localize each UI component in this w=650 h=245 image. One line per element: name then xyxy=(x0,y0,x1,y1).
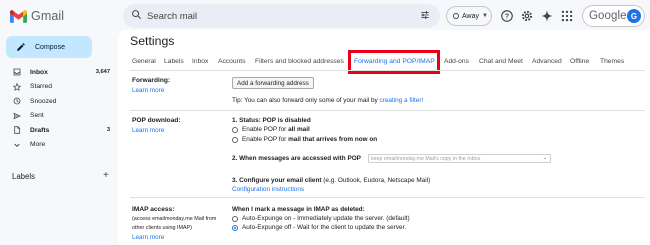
chevron-down-icon: ▼ xyxy=(482,13,488,19)
avatar[interactable]: G xyxy=(627,9,641,23)
configuration-instructions-link[interactable]: Configuration instructions xyxy=(232,186,304,193)
app-name: Gmail xyxy=(31,9,65,23)
pop-status-heading: 1. Status: POP is disabled xyxy=(232,117,311,124)
select-value: keep emailmonday.me Mail's copy in the I… xyxy=(371,155,481,162)
account-button[interactable]: Google G xyxy=(582,5,645,27)
sidebar-item-inbox[interactable]: Inbox 3,647 xyxy=(0,65,118,80)
add-forwarding-address-button[interactable]: Add a forwarding address xyxy=(232,77,314,89)
forwarding-learn-more-link[interactable]: Learn more xyxy=(132,87,164,94)
radio-label-bold: all mail xyxy=(288,126,310,133)
sidebar-item-label: Sent xyxy=(30,112,44,120)
tab-add-ons[interactable]: Add-ons xyxy=(444,57,469,67)
settings-panel: Settings General Labels Inbox Accounts F… xyxy=(118,30,650,245)
google-wordmark: Google xyxy=(589,10,627,22)
gmail-logo[interactable]: Gmail xyxy=(10,7,64,25)
tab-chat-and-meet[interactable]: Chat and Meet xyxy=(479,57,523,67)
inbox-icon xyxy=(13,68,21,76)
tab-advanced[interactable]: Advanced xyxy=(532,57,562,67)
section-divider xyxy=(130,197,645,198)
sidebar-item-label: Starred xyxy=(30,83,52,91)
compose-button[interactable]: Compose xyxy=(6,36,92,58)
auto-expunge-on-radio[interactable]: Auto-Expunge on - Immediately update the… xyxy=(232,215,410,222)
gemini-sparkle-icon[interactable] xyxy=(540,9,554,23)
filter-options-icon[interactable] xyxy=(420,10,430,20)
radio-button[interactable] xyxy=(232,215,238,222)
chevron-down-icon: ⌄ xyxy=(542,155,547,161)
pop-configure-line: 3. Configure your email client (e.g. Out… xyxy=(232,177,430,184)
create-filter-link[interactable]: creating a filter! xyxy=(380,97,424,104)
sidebar-item-label: Snoozed xyxy=(30,97,57,105)
tip-text: Tip: You can also forward only some of y… xyxy=(232,97,380,104)
imap-note-line1: (access emailmonday.me Mail from xyxy=(132,216,217,222)
sidebar-item-label: More xyxy=(30,141,46,149)
settings-icon[interactable] xyxy=(520,9,534,23)
configure-examples: (e.g. Outlook, Eudora, Netscape Mail) xyxy=(321,177,431,184)
top-header: Gmail Away ▼ ? Google G xyxy=(0,0,650,32)
imap-learn-more-link[interactable]: Learn more xyxy=(132,234,164,241)
pop-download-label: POP download: xyxy=(132,117,181,124)
draft-icon xyxy=(14,126,21,134)
radio-button-selected[interactable] xyxy=(232,224,238,231)
status-away-icon xyxy=(453,13,459,19)
forwarding-label: Forwarding: xyxy=(132,77,171,84)
star-icon xyxy=(13,82,21,91)
tab-filters[interactable]: Filters and blocked addresses xyxy=(255,57,344,67)
compose-label: Compose xyxy=(35,43,65,51)
tabs-divider xyxy=(130,70,645,71)
pop-access-select[interactable]: keep emailmonday.me Mail's copy in the I… xyxy=(368,154,551,163)
radio-label: Auto-Expunge on - Immediately update the… xyxy=(242,215,410,222)
sidebar-item-label: Drafts xyxy=(30,126,50,134)
svg-text:?: ? xyxy=(505,14,509,21)
page-title: Settings xyxy=(130,34,175,48)
sidebar-item-label: Inbox xyxy=(30,68,48,76)
sidebar-nav: Inbox 3,647 Starred Snoozed Sent Drafts … xyxy=(0,65,118,152)
status-selector[interactable]: Away ▼ xyxy=(446,6,492,26)
clock-icon xyxy=(13,97,21,105)
apps-grid-icon[interactable] xyxy=(560,9,574,23)
pop-learn-more-link[interactable]: Learn more xyxy=(132,127,164,134)
radio-label: Enable POP for xyxy=(242,126,287,133)
auto-expunge-off-radio[interactable]: Auto-Expunge off - Wait for the client t… xyxy=(232,224,406,231)
forwarding-tip: Tip: You can also forward only some of y… xyxy=(232,97,423,104)
draft-count: 3 xyxy=(106,127,110,134)
sidebar-item-starred[interactable]: Starred xyxy=(0,80,118,95)
tab-labels[interactable]: Labels xyxy=(164,57,184,67)
sidebar-item-sent[interactable]: Sent xyxy=(0,109,118,124)
sidebar-item-drafts[interactable]: Drafts 3 xyxy=(0,123,118,138)
pop-new-mail-radio[interactable]: Enable POP for mail that arrives from no… xyxy=(232,136,377,143)
tab-accounts[interactable]: Accounts xyxy=(218,57,246,67)
add-label-icon[interactable]: + xyxy=(103,170,109,181)
send-icon xyxy=(13,112,21,119)
search-icon[interactable] xyxy=(131,9,142,20)
help-icon[interactable]: ? xyxy=(500,9,514,23)
labels-heading: Labels xyxy=(12,172,35,181)
tab-offline[interactable]: Offline xyxy=(570,57,589,67)
search-bar[interactable] xyxy=(123,4,440,28)
pencil-icon xyxy=(17,43,25,51)
sidebar-item-more[interactable]: More xyxy=(0,138,118,153)
imap-deleted-heading: When I mark a message in IMAP as deleted… xyxy=(232,206,365,213)
radio-label-bold: mail that arrives from now on xyxy=(288,136,378,143)
tab-inbox[interactable]: Inbox xyxy=(192,57,208,67)
sidebar-item-snoozed[interactable]: Snoozed xyxy=(0,94,118,109)
radio-label: Auto-Expunge off - Wait for the client t… xyxy=(242,224,407,231)
radio-button[interactable] xyxy=(232,126,238,133)
radio-button[interactable] xyxy=(232,136,238,143)
section-divider xyxy=(130,110,645,111)
tab-themes[interactable]: Themes xyxy=(600,57,624,67)
pop-all-mail-radio[interactable]: Enable POP for all mail xyxy=(232,126,310,133)
chevron-down-icon xyxy=(14,143,20,147)
radio-label: Enable POP for xyxy=(242,136,287,143)
tab-general[interactable]: General xyxy=(132,57,156,67)
unread-count: 3,647 xyxy=(95,69,110,76)
pop-access-heading: 2. When messages are accessed with POP xyxy=(232,155,361,162)
search-input[interactable] xyxy=(147,4,397,28)
status-label: Away xyxy=(462,12,479,20)
imap-access-label: IMAP access: xyxy=(132,206,175,213)
imap-note-line2: other clients using IMAP) xyxy=(132,225,192,231)
configure-heading: 3. Configure your email client xyxy=(232,177,322,184)
gmail-m-icon xyxy=(10,9,27,23)
